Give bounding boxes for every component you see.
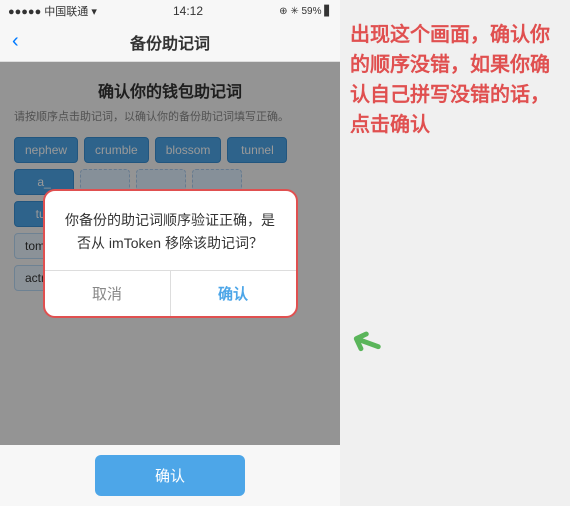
dialog-buttons: 取消 确认 [45,270,296,316]
nav-title: 备份助记词 [130,30,210,54]
status-left: ●●●●● 中国联通 ▾ [8,3,97,19]
status-right: ⊕ ✳ 59% ▋ [279,6,332,17]
back-button[interactable]: ‹ [12,30,19,53]
nav-bar: ‹ 备份助记词 [0,22,340,62]
dialog-overlay: 你备份的助记词顺序验证正确，是否从 imToken 移除该助记词？ 取消 确认 [0,62,340,445]
bottom-confirm-button[interactable]: 确认 [95,455,245,496]
arrow-container: ➜ [350,320,384,366]
main-content: 确认你的钱包助记词 请按顺序点击助记词，以确认你的备份助记词填写正确。 neph… [0,62,340,445]
annotation-text: 出现这个画面，确认你的顺序没错，如果你确认自己拼写没错的话，点击确认 [350,20,560,140]
status-time: 14:12 [173,4,203,18]
dialog-message: 你备份的助记词顺序验证正确，是否从 imToken 移除该助记词？ [61,209,280,254]
dialog-cancel-button[interactable]: 取消 [45,271,171,316]
bottom-area: 确认 [0,445,340,506]
green-arrow-icon: ➜ [343,316,390,371]
phone-panel: ●●●●● 中国联通 ▾ 14:12 ⊕ ✳ 59% ▋ ‹ 备份助记词 确认你… [0,0,340,506]
status-bar: ●●●●● 中国联通 ▾ 14:12 ⊕ ✳ 59% ▋ [0,0,340,22]
dialog-box: 你备份的助记词顺序验证正确，是否从 imToken 移除该助记词？ 取消 确认 [43,189,298,318]
dialog-confirm-button[interactable]: 确认 [171,271,296,316]
annotation-panel: 出现这个画面，确认你的顺序没错，如果你确认自己拼写没错的话，点击确认 ➜ [340,0,570,506]
